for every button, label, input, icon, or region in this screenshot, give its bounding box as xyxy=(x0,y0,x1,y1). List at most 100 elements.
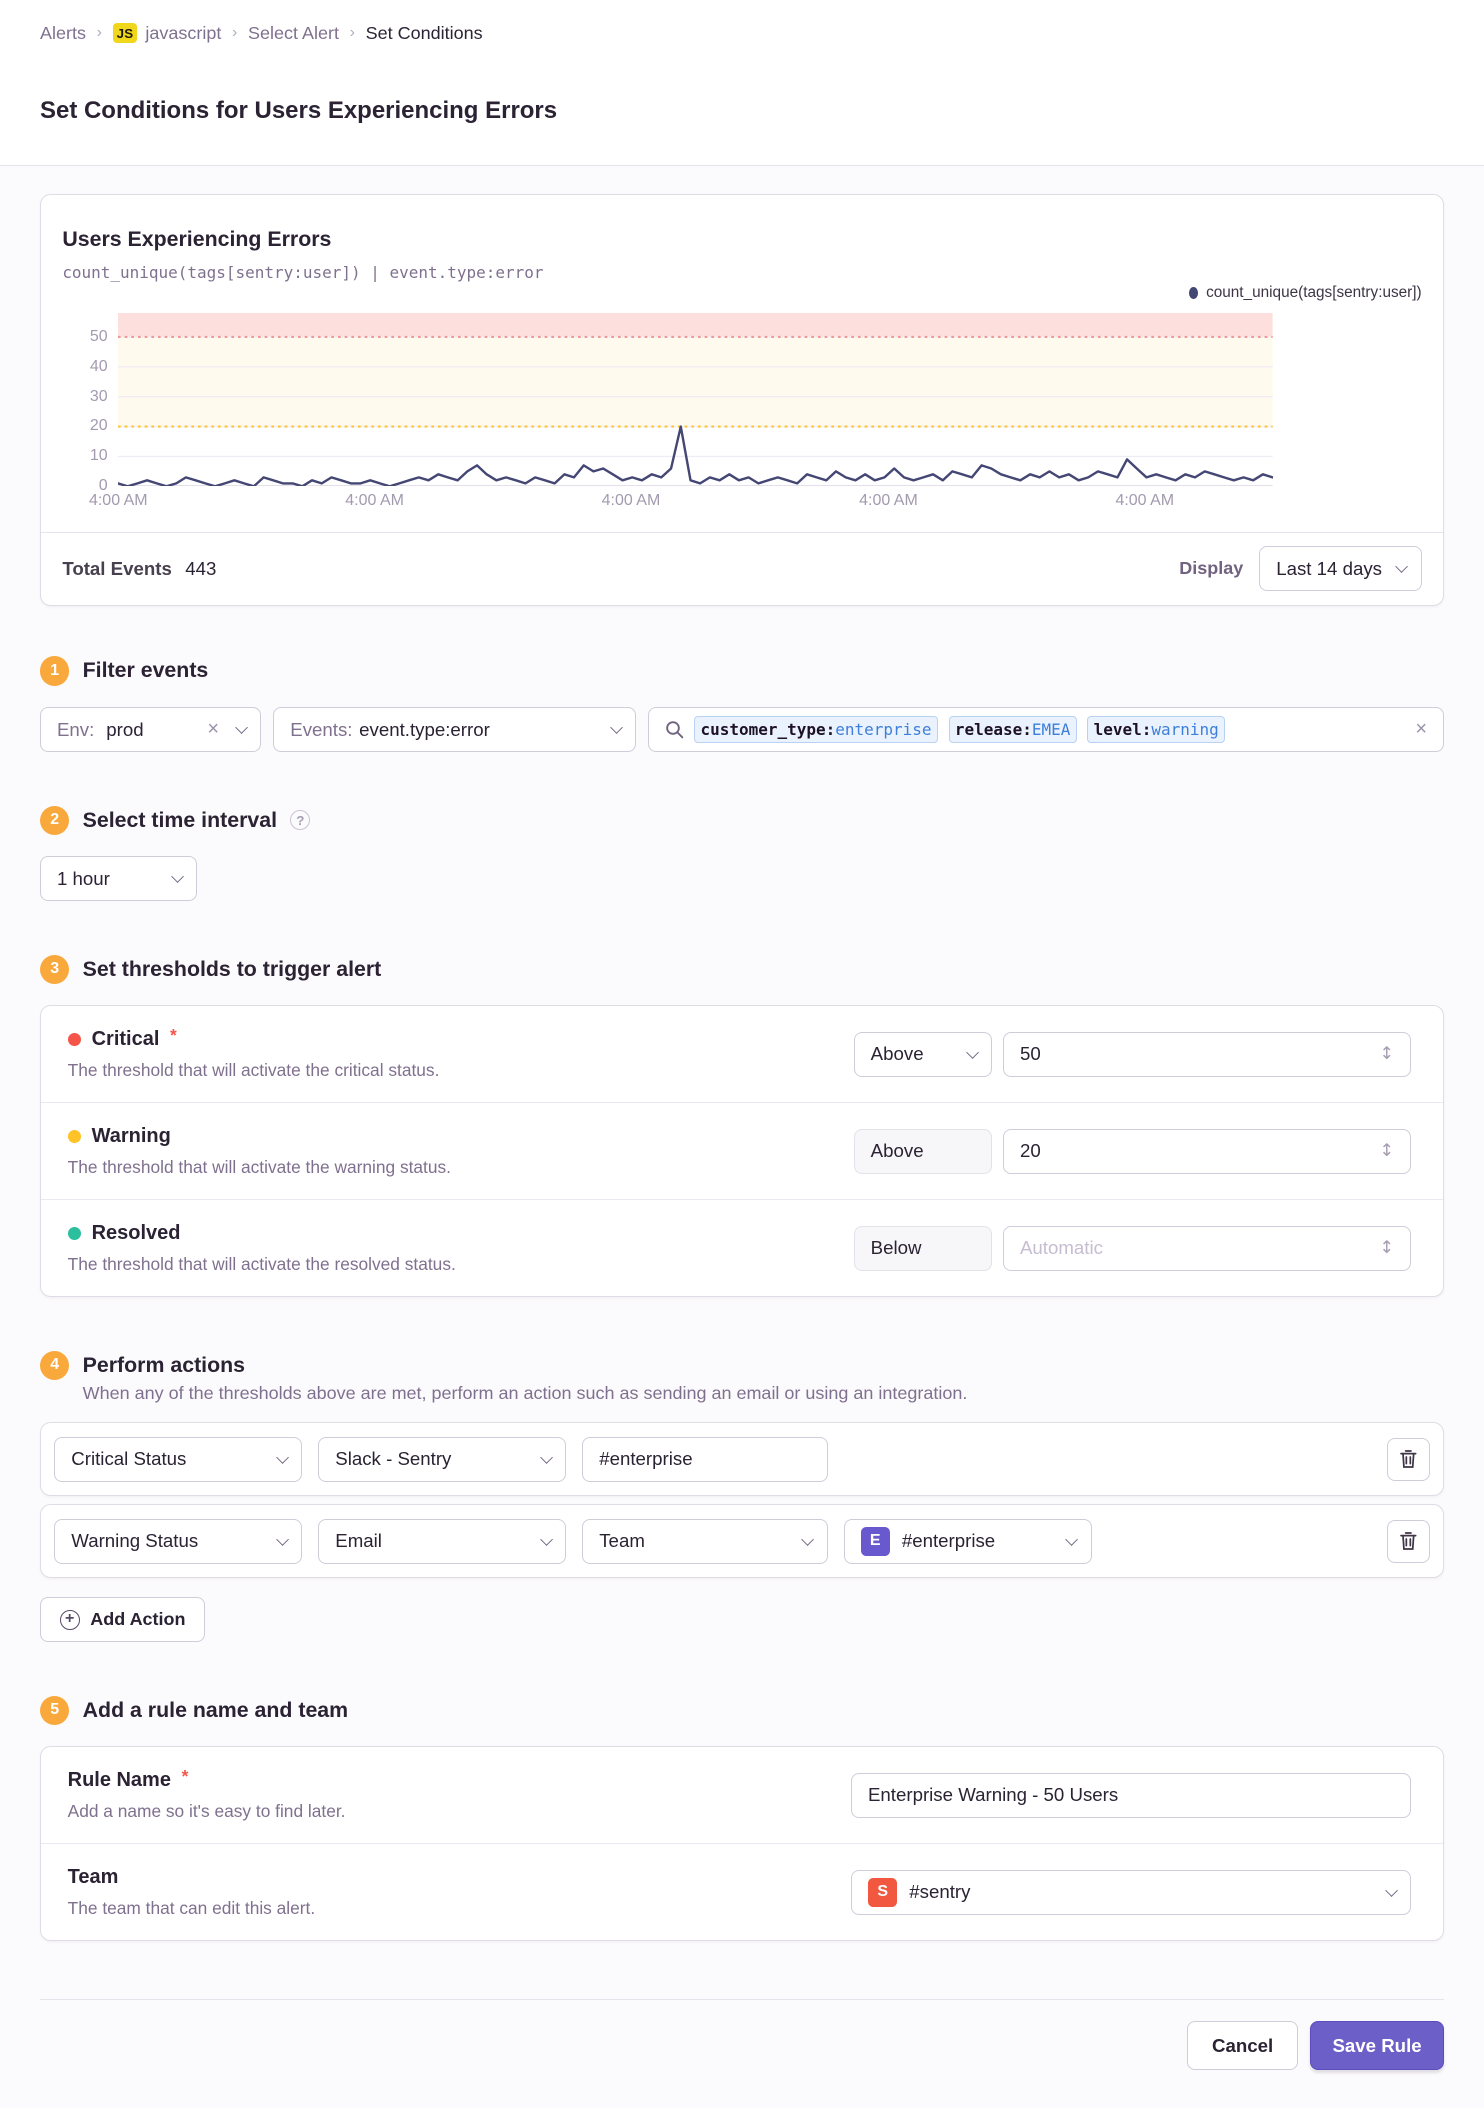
chevron-down-icon xyxy=(234,721,249,735)
field-description: Add a name so it's easy to find later. xyxy=(67,1800,346,1821)
environment-value: prod xyxy=(106,718,144,740)
step-number-badge: 2 xyxy=(39,805,70,835)
action-service-value: Slack - Sentry xyxy=(335,1448,452,1470)
token-key: customer_type: xyxy=(700,720,836,739)
breadcrumb-alerts[interactable]: Alerts xyxy=(40,23,86,44)
action-trigger-select[interactable]: Warning Status xyxy=(54,1518,303,1565)
critical-threshold-input[interactable]: ↕ xyxy=(1003,1031,1411,1078)
action-trigger-select[interactable]: Critical Status xyxy=(54,1436,303,1483)
chevron-down-icon xyxy=(1065,1532,1079,1547)
section-title: Add a rule name and team xyxy=(82,1697,349,1722)
critical-threshold-row: Critical * The threshold that will activ… xyxy=(40,1006,1443,1104)
delete-action-button[interactable] xyxy=(1386,1438,1430,1481)
target-type-select[interactable]: Team xyxy=(582,1518,828,1565)
threshold-name: Resolved xyxy=(91,1221,181,1244)
y-axis-tick: 20 xyxy=(89,417,108,435)
breadcrumb-separator: › xyxy=(96,24,102,42)
chevron-down-icon xyxy=(539,1450,554,1465)
time-range-dropdown[interactable]: Last 14 days xyxy=(1259,545,1422,592)
x-axis-tick: 4:00 AM xyxy=(601,491,661,509)
comparison-value: Above xyxy=(870,1043,924,1065)
total-events-label: Total Events xyxy=(62,557,172,579)
resolved-threshold-value[interactable] xyxy=(1019,1237,1372,1260)
y-axis-tick: 30 xyxy=(89,387,108,405)
add-action-label: Add Action xyxy=(90,1609,186,1630)
clear-search-icon[interactable]: × xyxy=(1415,718,1427,741)
cancel-button[interactable]: Cancel xyxy=(1186,2020,1299,2071)
chevron-down-icon xyxy=(275,1532,290,1547)
legend-series-label: count_unique(tags[sentry:user]) xyxy=(1206,284,1422,302)
chart-legend: count_unique(tags[sentry:user]) xyxy=(62,284,1422,302)
javascript-platform-icon: JS xyxy=(112,23,138,44)
warning-threshold-row: Warning The threshold that will activate… xyxy=(40,1103,1443,1201)
token-key: release: xyxy=(954,720,1032,739)
team-picker-select[interactable]: E #enterprise xyxy=(843,1518,1092,1565)
warning-comparison-box: Above xyxy=(853,1128,993,1175)
resolved-comparison-box: Below xyxy=(853,1225,993,1272)
x-axis-tick: 4:00 AM xyxy=(345,491,404,509)
search-query-input[interactable]: customer_type:enterprise release:EMEA le… xyxy=(647,706,1444,753)
critical-status-dot xyxy=(67,1032,81,1046)
threshold-description: The threshold that will activate the war… xyxy=(67,1157,451,1178)
section-actions: 4 Perform actions When any of the thresh… xyxy=(39,1350,1444,1643)
number-stepper-icon[interactable]: ↕ xyxy=(1379,1044,1394,1064)
trash-icon xyxy=(1400,1450,1417,1469)
number-stepper-icon[interactable]: ↕ xyxy=(1379,1141,1394,1161)
events-label: Events: xyxy=(290,718,353,740)
chevron-down-icon xyxy=(170,870,185,884)
rule-name-input[interactable] xyxy=(851,1772,1411,1818)
environment-select[interactable]: Env: prod × xyxy=(39,706,262,753)
events-value: event.type:error xyxy=(359,718,490,740)
step-number-badge: 3 xyxy=(39,954,70,985)
warning-threshold-value[interactable] xyxy=(1019,1140,1372,1163)
token-value: warning xyxy=(1151,720,1219,739)
chevron-down-icon xyxy=(965,1045,980,1060)
section-thresholds: 3 Set thresholds to trigger alert Critic… xyxy=(39,954,1444,1298)
threshold-description: The threshold that will activate the res… xyxy=(67,1254,456,1275)
breadcrumb-select-alert[interactable]: Select Alert xyxy=(248,23,339,44)
action-service-select[interactable]: Email xyxy=(318,1518,567,1565)
action-trigger-value: Warning Status xyxy=(71,1530,199,1552)
team-select[interactable]: S #sentry xyxy=(851,1869,1411,1915)
chart-query: count_unique(tags[sentry:user]) | event.… xyxy=(62,262,544,282)
comparison-value: Below xyxy=(870,1237,922,1259)
search-token[interactable]: level:warning xyxy=(1087,716,1226,743)
breadcrumb-project[interactable]: JS javascript xyxy=(112,22,222,44)
search-token[interactable]: release:EMEA xyxy=(948,716,1077,743)
section-title: Select time interval xyxy=(82,807,278,832)
critical-comparison-select[interactable]: Above xyxy=(853,1031,993,1078)
chart-plot-area xyxy=(118,312,1273,487)
time-interval-select[interactable]: 1 hour xyxy=(39,856,198,902)
help-icon[interactable]: ? xyxy=(290,810,311,831)
required-asterisk: * xyxy=(181,1765,189,1786)
save-rule-button[interactable]: Save Rule xyxy=(1310,2020,1444,2071)
rule-name-value[interactable] xyxy=(867,1784,1394,1807)
breadcrumb-project-label: javascript xyxy=(145,22,222,43)
team-avatar: E xyxy=(860,1526,890,1557)
number-stepper-icon[interactable]: ↕ xyxy=(1379,1238,1394,1258)
x-axis-tick: 4:00 AM xyxy=(859,491,918,509)
delete-action-button[interactable] xyxy=(1386,1520,1430,1563)
add-action-button[interactable]: + Add Action xyxy=(39,1597,206,1643)
action-row-critical: Critical Status Slack - Sentry #enterpri… xyxy=(39,1422,1444,1497)
chart-x-axis: 4:00 AM 4:00 AM 4:00 AM 4:00 AM 4:00 AM xyxy=(89,491,1421,519)
resolved-threshold-input[interactable]: ↕ xyxy=(1003,1225,1411,1272)
search-token[interactable]: customer_type:enterprise xyxy=(694,716,938,743)
team-value: #enterprise xyxy=(901,1530,996,1552)
slack-channel-input[interactable]: #enterprise xyxy=(582,1436,828,1483)
clear-environment-icon[interactable]: × xyxy=(207,718,219,741)
event-types-select[interactable]: Events: event.type:error xyxy=(273,706,636,753)
step-number-badge: 4 xyxy=(39,1350,70,1381)
threshold-description: The threshold that will activate the cri… xyxy=(67,1060,440,1081)
legend-series-dot xyxy=(1188,287,1199,300)
chart-title: Users Experiencing Errors xyxy=(62,226,332,251)
action-trigger-value: Critical Status xyxy=(71,1448,187,1470)
section-title: Perform actions xyxy=(82,1352,246,1377)
environment-label: Env: xyxy=(56,718,95,740)
warning-threshold-input[interactable]: ↕ xyxy=(1003,1128,1411,1175)
action-service-select[interactable]: Slack - Sentry xyxy=(318,1436,567,1483)
critical-threshold-value[interactable] xyxy=(1019,1043,1372,1066)
action-service-value: Email xyxy=(335,1530,382,1552)
chart-y-axis: 0 10 20 30 40 50 xyxy=(62,313,118,494)
section-filter-events: 1 Filter events Env: prod × Events: even… xyxy=(39,656,1444,753)
